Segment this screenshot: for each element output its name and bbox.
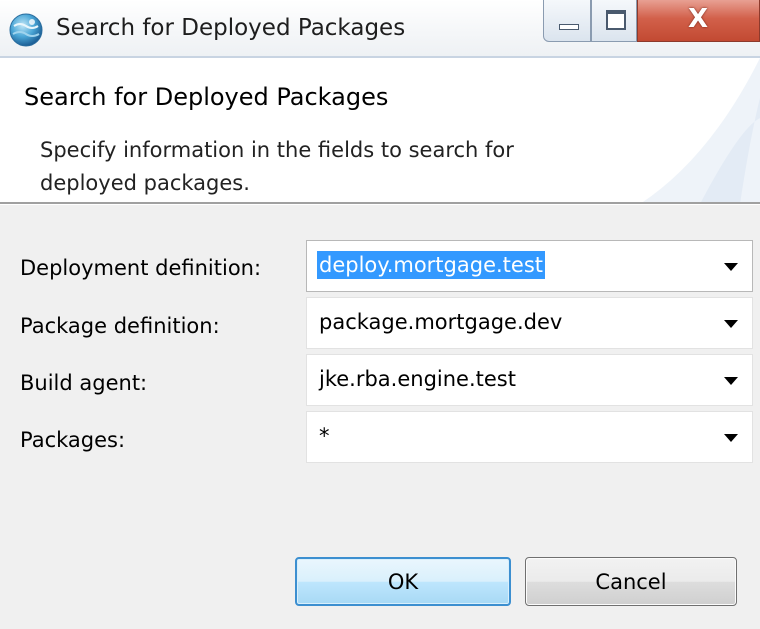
close-icon: X bbox=[688, 4, 709, 34]
packages-label: Packages: bbox=[20, 428, 126, 452]
header-decoration bbox=[640, 58, 760, 204]
chevron-down-icon[interactable] bbox=[724, 320, 738, 328]
header-description: Specify information in the fields to sea… bbox=[40, 138, 514, 195]
minimize-icon bbox=[559, 24, 579, 30]
chevron-down-icon[interactable] bbox=[724, 377, 738, 385]
build-agent-combo[interactable]: jke.rba.engine.test bbox=[306, 354, 753, 406]
deployment-definition-label: Deployment definition: bbox=[20, 256, 262, 280]
chevron-down-icon[interactable] bbox=[724, 434, 738, 442]
window-title: Search for Deployed Packages bbox=[56, 15, 406, 41]
deployment-definition-combo[interactable]: deploy.mortgage.test bbox=[306, 240, 753, 292]
ok-button[interactable]: OK bbox=[295, 557, 511, 606]
title-bar[interactable]: Search for Deployed Packages X bbox=[0, 0, 760, 56]
minimize-button[interactable] bbox=[543, 0, 591, 42]
cancel-button[interactable]: Cancel bbox=[525, 557, 737, 606]
dialog-header: Search for Deployed Packages Specify inf… bbox=[0, 56, 760, 204]
chevron-down-icon[interactable] bbox=[724, 263, 738, 271]
close-button[interactable]: X bbox=[637, 0, 760, 42]
packages-value: * bbox=[319, 424, 330, 448]
maximize-icon bbox=[606, 10, 626, 30]
build-agent-value: jke.rba.engine.test bbox=[319, 367, 516, 391]
package-definition-combo[interactable]: package.mortgage.dev bbox=[306, 297, 753, 349]
dialog-window: Search for Deployed Packages X Search fo… bbox=[0, 0, 760, 629]
package-definition-value: package.mortgage.dev bbox=[319, 310, 563, 334]
maximize-button[interactable] bbox=[591, 0, 637, 42]
packages-combo[interactable]: * bbox=[306, 411, 753, 463]
window-controls: X bbox=[543, 0, 760, 42]
header-title: Search for Deployed Packages bbox=[24, 83, 389, 111]
package-definition-label: Package definition: bbox=[20, 314, 220, 338]
build-agent-label: Build agent: bbox=[20, 371, 148, 395]
deployment-definition-value: deploy.mortgage.test bbox=[317, 251, 545, 279]
header-separator bbox=[0, 202, 760, 205]
app-globe-icon bbox=[9, 13, 43, 47]
